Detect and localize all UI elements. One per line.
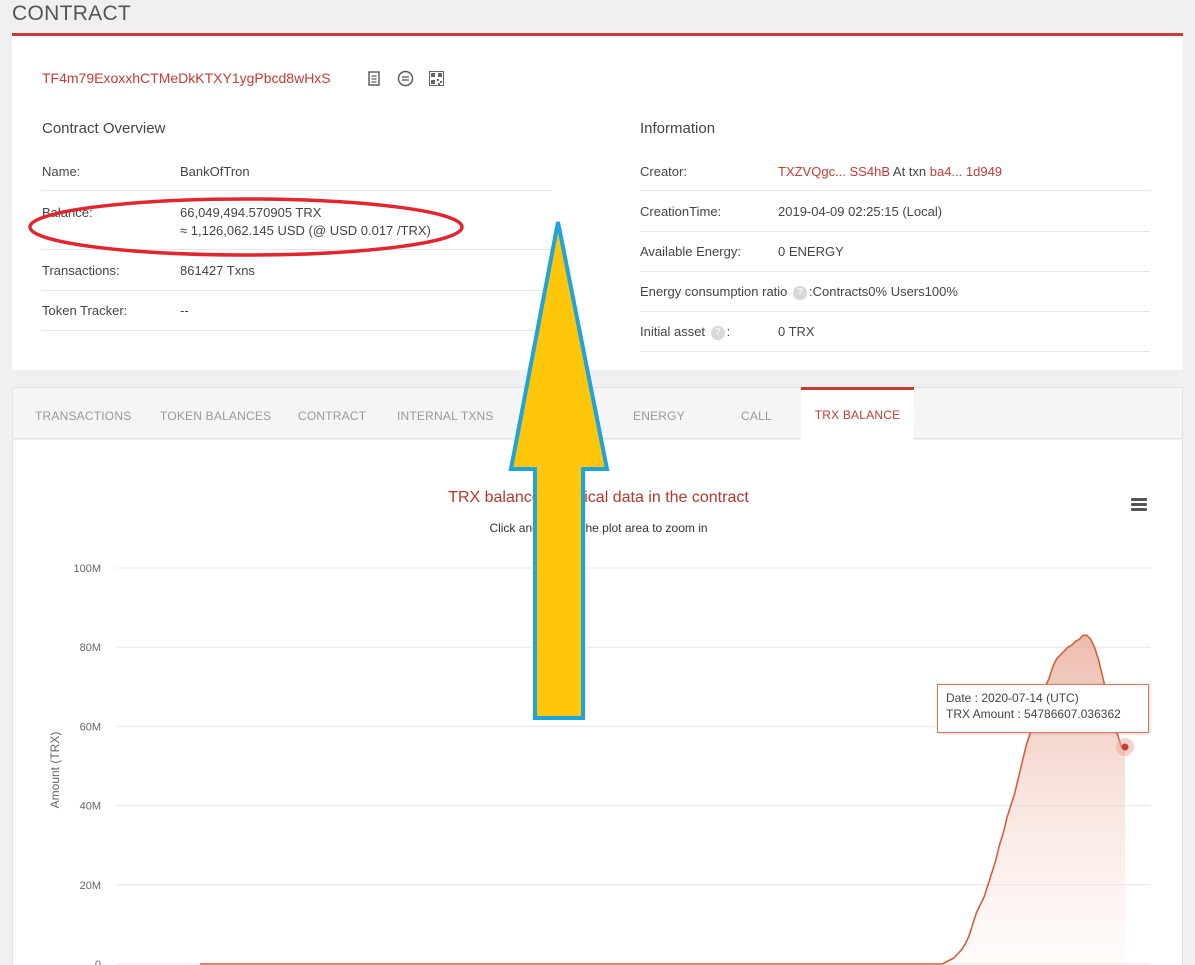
help-icon[interactable]: ? — [710, 325, 725, 340]
chart-subtitle: Click and drag in the plot area to zoom … — [489, 521, 708, 535]
qrcode-icon[interactable] — [428, 70, 445, 87]
overview-balance-row: Balance: 66,049,494.570905 TRX ≈ 1,126,0… — [42, 204, 552, 250]
info-ratio-row: Energy consumption ratio ?:Contracts0% U… — [640, 284, 1150, 312]
info-creation-time-row: CreationTime: 2019-04-09 02:25:15 (Local… — [640, 204, 1150, 232]
tab-contract[interactable]: CONTRACT — [298, 388, 366, 440]
transactions-label: Transactions: — [42, 263, 120, 278]
chart-tooltip: Date : 2020-07-14 (UTC) TRX Amount : 547… — [937, 684, 1149, 733]
creator-address-link[interactable]: TXZVQgc... SS4hB — [778, 164, 890, 179]
contract-card: TF4m79ExoxxhCTMeDkKTXY1ygPbcd8wHxS Contr… — [12, 36, 1183, 370]
available-energy-value: 0 ENERGY — [778, 244, 844, 259]
energy-ratio-text: Energy consumption ratio — [640, 284, 788, 299]
creator-at-txn: At txn — [890, 164, 930, 179]
tab-trx-balance[interactable]: TRX BALANCE — [801, 387, 914, 440]
transfer-icon[interactable] — [397, 70, 414, 87]
overview-transactions-row: Transactions: 861427 Txns — [42, 263, 552, 291]
token-tracker-value: -- — [180, 303, 189, 318]
creation-time-label: CreationTime: — [640, 204, 722, 219]
balance-label: Balance: — [42, 205, 93, 220]
copy-icon[interactable] — [366, 70, 383, 87]
tooltip-date: Date : 2020-07-14 (UTC) — [946, 691, 1079, 705]
tab-call[interactable]: CALL — [741, 388, 772, 440]
info-creator-row: Creator: TXZVQgc... SS4hB At txn ba4... … — [640, 164, 1150, 191]
name-value: BankOfTron — [180, 164, 250, 179]
information-title: Information — [640, 120, 716, 137]
info-initial-asset-row: Initial asset ?: 0 TRX — [640, 324, 1150, 352]
creator-label: Creator: — [640, 164, 687, 179]
page-title: CONTRACT — [12, 2, 132, 25]
initial-asset-label: Initial asset ?: — [640, 324, 730, 340]
transactions-value: 861427 Txns — [180, 263, 255, 278]
help-icon[interactable]: ? — [793, 285, 808, 300]
tab-transactions[interactable]: TRANSACTIONS — [35, 388, 131, 440]
initial-asset-value: 0 TRX — [778, 324, 815, 339]
tooltip-amount: TRX Amount : 54786607.036362 — [946, 707, 1121, 721]
name-label: Name: — [42, 164, 81, 179]
tabs-bar: TRANSACTIONS TOKEN BALANCES CONTRACT INT… — [12, 387, 1183, 440]
available-energy-label: Available Energy: — [640, 244, 741, 259]
energy-ratio-value: :Contracts0% Users100% — [809, 284, 958, 299]
tab-internal-txns[interactable]: INTERNAL TXNS — [397, 388, 494, 440]
menu-icon[interactable] — [1131, 498, 1147, 512]
initial-asset-colon: : — [726, 324, 731, 339]
tab-energy[interactable]: ENERGY — [633, 388, 685, 440]
energy-ratio-label: Energy consumption ratio ?:Contracts0% U… — [640, 284, 958, 300]
creator-value: TXZVQgc... SS4hB At txn ba4... 1d949 — [778, 164, 1002, 179]
info-energy-row: Available Energy: 0 ENERGY — [640, 244, 1150, 272]
creator-txn-link[interactable]: ba4... 1d949 — [930, 164, 1002, 179]
balance-trx: 66,049,494.570905 TRX — [180, 205, 322, 220]
contract-overview-title: Contract Overview — [42, 120, 166, 137]
address-actions — [366, 70, 445, 87]
overview-token-tracker-row: Token Tracker: -- — [42, 303, 552, 331]
creation-time-value: 2019-04-09 02:25:15 (Local) — [778, 204, 943, 219]
overview-name-row: Name: BankOfTron — [42, 164, 552, 191]
token-tracker-label: Token Tracker: — [42, 303, 128, 318]
initial-asset-text: Initial asset — [640, 324, 706, 339]
tab-token-balances[interactable]: TOKEN BALANCES — [160, 388, 271, 440]
chart-title: TRX balance historical data in the contr… — [448, 489, 749, 506]
contract-address-link[interactable]: TF4m79ExoxxhCTMeDkKTXY1ygPbcd8wHxS — [42, 70, 331, 86]
balance-usd: ≈ 1,126,062.145 USD (@ USD 0.017 /TRX) — [180, 223, 431, 238]
